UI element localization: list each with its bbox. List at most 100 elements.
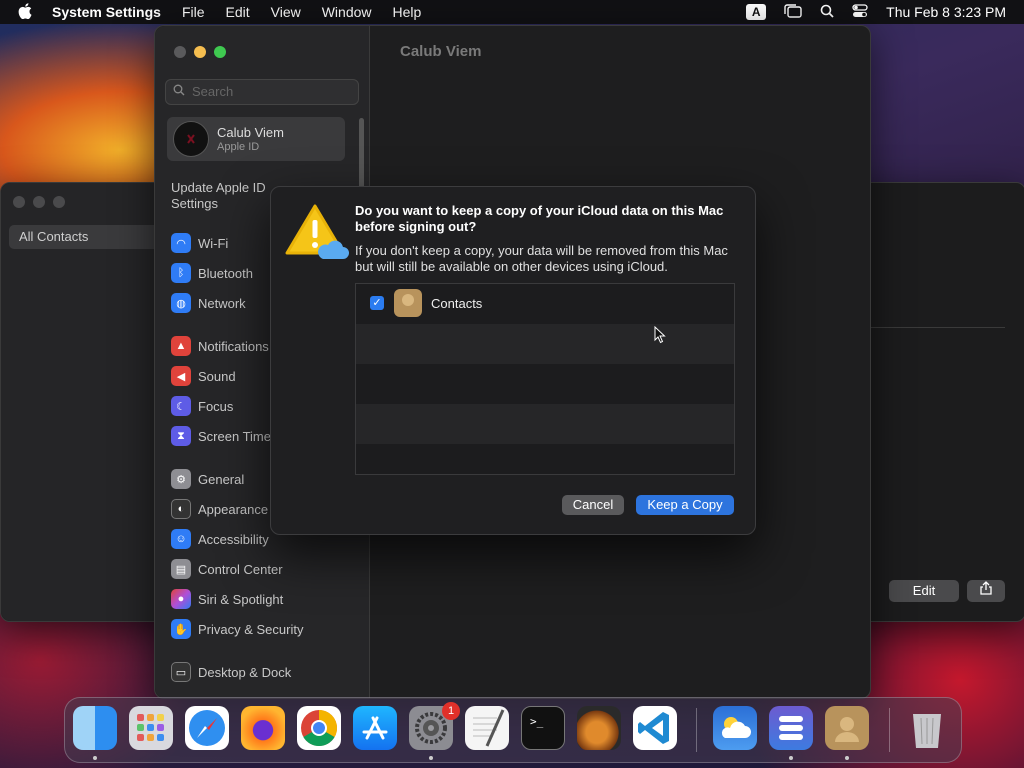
avatar [173, 121, 209, 157]
sidebar-scrollbar[interactable] [359, 118, 364, 193]
sidebar-item-label: Focus [198, 398, 234, 414]
sidebar-item-label: Control Center [198, 561, 283, 577]
safari-icon[interactable] [185, 706, 229, 750]
divider [871, 327, 1005, 328]
app-store-icon[interactable] [353, 706, 397, 750]
keep-a-copy-button[interactable]: Keep a Copy [636, 495, 734, 515]
share-button[interactable] [967, 580, 1005, 602]
close-button[interactable] [174, 46, 186, 58]
sidebar-item-label: Siri & Spotlight [198, 591, 284, 607]
edit-button[interactable]: Edit [889, 580, 959, 602]
sidebar-item-label: Wi-Fi [198, 235, 229, 251]
textedit-icon[interactable] [465, 706, 509, 750]
icloud-signout-dialog: Do you want to keep a copy of your iClou… [270, 186, 756, 535]
vscode-icon[interactable] [633, 706, 677, 750]
apple-menu-icon[interactable] [18, 2, 34, 22]
sidebar-item-general[interactable]: ⚙ General [171, 467, 244, 491]
list-item-label: Contacts [431, 296, 483, 311]
menu-help[interactable]: Help [393, 4, 422, 20]
sidebar-item-accessibility[interactable]: ☺ Accessibility [171, 527, 269, 551]
trash-icon[interactable] [905, 706, 949, 750]
garageband-icon[interactable] [577, 706, 621, 750]
sidebar-item-control-center[interactable]: ▤ Control Center [171, 557, 283, 581]
account-name: Calub Viem [217, 125, 284, 140]
sidebar-item-all-contacts[interactable]: All Contacts [9, 225, 159, 249]
sidebar-item-privacy-security[interactable]: ✋ Privacy & Security [171, 617, 303, 641]
sidebar-item-label: Network [198, 295, 246, 311]
warning-icloud-icon [285, 203, 349, 261]
speaker-icon: ◀ [171, 366, 191, 386]
apple-id-account[interactable]: Calub Viem Apple ID [167, 117, 345, 161]
contacts-checkbox[interactable]: ✓ [370, 296, 384, 310]
finder-icon[interactable] [73, 706, 117, 750]
zoom-button[interactable] [53, 196, 65, 208]
sidebar-item-desktop-dock[interactable]: ▭ Desktop & Dock [171, 660, 291, 684]
sidebar-item-notifications[interactable]: ▲ Notifications [171, 334, 269, 358]
close-button[interactable] [13, 196, 25, 208]
input-source-icon[interactable]: A [746, 4, 767, 20]
sidebar-item-sound[interactable]: ◀ Sound [171, 364, 236, 388]
hand-icon: ✋ [171, 619, 191, 639]
dashboard-icon[interactable] [769, 706, 813, 750]
running-indicator [845, 756, 849, 760]
running-indicator [789, 756, 793, 760]
sidebar-item-label: Screen Time [198, 428, 271, 444]
bell-icon: ▲ [171, 336, 191, 356]
firefox-icon[interactable] [241, 706, 285, 750]
menu-edit[interactable]: Edit [226, 4, 250, 20]
data-list: ✓ Contacts [355, 283, 735, 475]
control-center-icon[interactable] [852, 3, 868, 21]
appearance-icon: ◐ [171, 499, 191, 519]
sidebar-item-screen-time[interactable]: ⧗ Screen Time [171, 424, 271, 448]
sidebar-item-appearance[interactable]: ◐ Appearance [171, 497, 268, 521]
contacts-icon[interactable] [825, 706, 869, 750]
search-input[interactable]: Search [165, 79, 359, 105]
page-title: Calub Viem [400, 43, 482, 60]
dock-separator [889, 708, 890, 752]
menubar-clock[interactable]: Thu Feb 8 3:23 PM [886, 4, 1006, 20]
cancel-button[interactable]: Cancel [562, 495, 624, 515]
weather-icon[interactable] [713, 706, 757, 750]
gear-icon: ⚙ [171, 469, 191, 489]
menu-app-name[interactable]: System Settings [52, 4, 161, 20]
dock: >_ [64, 697, 962, 763]
sidebar-item-siri-spotlight[interactable]: ● Siri & Spotlight [171, 587, 283, 611]
update-apple-id-link[interactable]: Update Apple ID Settings [171, 180, 281, 212]
list-item[interactable]: ✓ Contacts [356, 284, 734, 324]
chrome-icon[interactable] [297, 706, 341, 750]
accessibility-icon: ☺ [171, 529, 191, 549]
sidebar-item-label: Sound [198, 368, 236, 384]
hourglass-icon: ⧗ [171, 426, 191, 446]
menu-window[interactable]: Window [322, 4, 372, 20]
minimize-button[interactable] [33, 196, 45, 208]
menu-bar: System Settings File Edit View Window He… [0, 0, 1024, 24]
control-center-icon: ▤ [171, 559, 191, 579]
menu-view[interactable]: View [271, 4, 301, 20]
launchpad-icon[interactable] [129, 706, 173, 750]
moon-icon: ☾ [171, 396, 191, 416]
sidebar-item-network[interactable]: ◍ Network [171, 291, 246, 315]
mouse-cursor-icon [654, 325, 666, 347]
sidebar-item-focus[interactable]: ☾ Focus [171, 394, 233, 418]
notification-badge: 1 [442, 702, 460, 720]
sidebar-item-label: Privacy & Security [198, 621, 304, 637]
contacts-sidebar: All Contacts [1, 183, 159, 621]
sidebar-item-label: Desktop & Dock [198, 664, 292, 680]
dock-icon: ▭ [171, 662, 191, 682]
sidebar-item-wifi[interactable]: ◠ Wi-Fi [171, 231, 228, 255]
sidebar-item-label: Accessibility [198, 531, 269, 547]
menu-file[interactable]: File [182, 4, 205, 20]
sidebar-item-label: Bluetooth [198, 265, 253, 281]
dialog-heading: Do you want to keep a copy of your iClou… [355, 203, 724, 234]
search-placeholder: Search [192, 84, 234, 99]
terminal-icon[interactable]: >_ [521, 706, 565, 750]
spotlight-search-icon[interactable] [820, 4, 834, 21]
svg-text:>_: >_ [530, 715, 544, 728]
stage-manager-icon[interactable] [784, 3, 802, 21]
contacts-app-icon [394, 289, 422, 317]
search-icon [173, 80, 185, 104]
minimize-button[interactable] [194, 46, 206, 58]
running-indicator [429, 756, 433, 760]
sidebar-item-bluetooth[interactable]: ᛒ Bluetooth [171, 261, 253, 285]
zoom-button[interactable] [214, 46, 226, 58]
